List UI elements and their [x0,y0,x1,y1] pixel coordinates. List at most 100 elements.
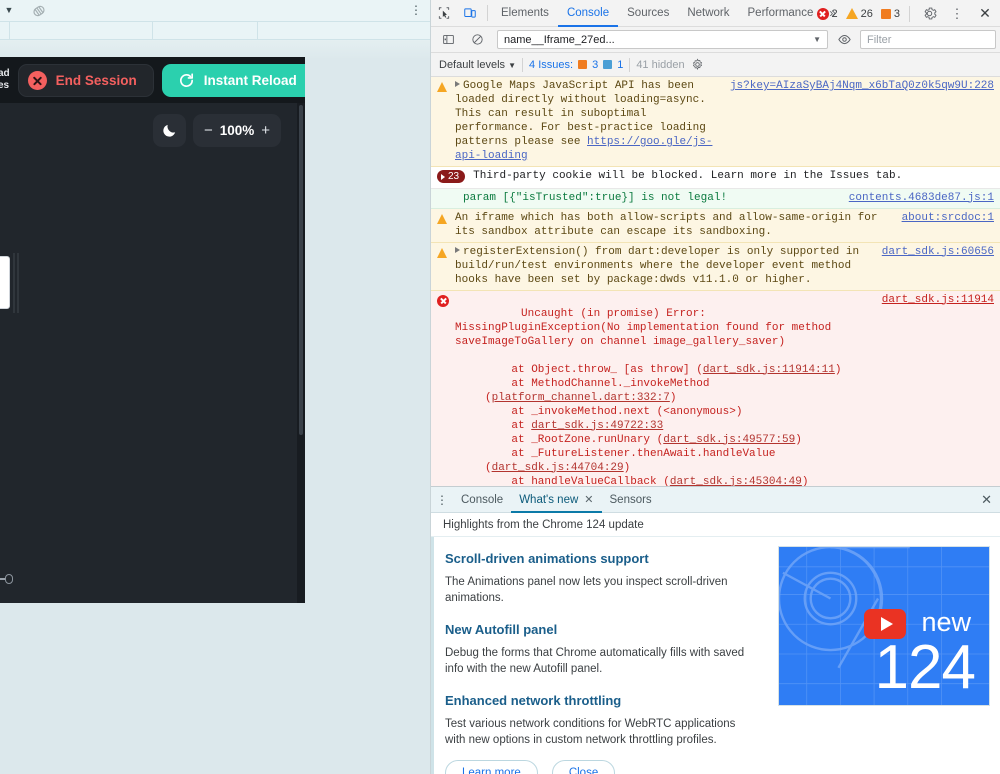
stack-frame: at dart_sdk.js:49722:33 [485,419,664,432]
stack-frame: at _RootZone.runUnary (dart_sdk.js:49577… [485,433,802,446]
execution-context-select[interactable]: name__Iframe_27ed... ▼ [497,30,828,49]
more-vertical-icon[interactable]: ⋮ [410,4,422,17]
stack-frame: at _FutureListener.thenAwait.handleValue… [485,447,783,474]
message-source-link[interactable]: contents.4683de87.js:1 [841,191,994,205]
learn-more-button[interactable]: Learn more [445,760,538,774]
zoom-stepper: − 100% + [192,114,281,147]
message-source-link[interactable]: about:srcdoc:1 [894,211,994,239]
drawer-tab-console-label: Console [461,493,504,506]
console-message-warning[interactable]: registerExtension() from dart:developer … [431,242,1000,291]
tab-elements[interactable]: Elements [492,0,558,27]
devtools-toolbar-right: 2 26 3 ⋮ ✕ [814,0,999,27]
stack-frame-link[interactable]: dart_sdk.js:45304:49 [670,476,802,487]
device-scrollbar-thumb[interactable] [299,105,303,435]
mini-slider[interactable] [0,573,14,585]
stack-frame-link[interactable]: platform_channel.dart:332:7 [492,392,670,404]
stack-frame-link[interactable]: dart_sdk.js:44704:29 [492,462,624,474]
chevron-down-icon[interactable]: ▼ [0,6,18,15]
console-scrollbar[interactable] [994,77,1000,486]
tab-performance[interactable]: Performance [739,0,823,27]
console-settings-gear-icon[interactable] [691,58,704,72]
device-frame: ad es End Session Instant Reload − 100% … [0,57,305,603]
console-messages[interactable]: Google Maps JavaScript API has been load… [431,77,1000,486]
expand-arrow-icon[interactable] [455,246,460,253]
more-vertical-icon[interactable]: ⋮ [431,493,453,507]
device-toolbar: ad es End Session Instant Reload [0,57,305,103]
hidden-messages-label: 41 hidden [636,58,685,71]
more-vertical-icon[interactable]: ⋮ [944,1,970,27]
tab-sources[interactable]: Sources [618,0,678,27]
whats-new-version-label: 124 [874,633,976,702]
message-source-link[interactable]: dart_sdk.js:60656 [874,245,994,287]
console-message-warning[interactable]: Google Maps JavaScript API has been load… [431,77,1000,167]
verbose-spacer-icon [437,191,461,205]
filter-input[interactable] [860,30,996,49]
close-icon[interactable]: ✕ [972,1,998,27]
issues-button[interactable]: 4 Issues: 3 1 [529,59,623,71]
error-circle-icon [437,293,453,487]
close-button[interactable]: Close [551,760,616,774]
gear-icon[interactable] [916,1,942,27]
whats-new-buttons: Learn more Close [445,760,616,774]
inspect-cursor-icon[interactable] [431,0,457,26]
drawer-tab-console[interactable]: Console [453,487,511,513]
theme-toggle-button[interactable] [152,114,186,147]
zoom-out-button[interactable]: − [204,123,213,138]
devtools-drawer: ⋮ Console What's new ✕ Sensors ✕ Highlig… [431,486,1000,774]
violation-pill-icon: 23 [437,169,466,185]
drawer-tab-whats-new[interactable]: What's new ✕ [511,487,601,513]
whats-new-content: Scroll-driven animations support The Ani… [431,537,1000,774]
whats-new-new-label: new [921,607,971,637]
app-preview-pane: ▼ ⋮ ad es End Session Instant Reload − 1… [0,0,430,774]
default-levels-button[interactable]: Default levels ▼ [439,59,516,71]
slider-knob[interactable] [5,574,13,584]
zoom-controls: − 100% + [152,114,281,147]
warning-count[interactable]: 26 [843,8,876,20]
live-expression-icon[interactable] [831,27,857,53]
close-circle-icon [27,70,47,90]
info-count[interactable]: 3 [878,8,903,20]
warning-triangle-icon [437,245,453,287]
device-screen[interactable]: − 100% + [0,103,297,603]
broken-link-icon[interactable] [30,2,48,20]
devtools-panel: Elements Console Sources Network Perform… [430,0,1000,774]
instant-reload-button[interactable]: Instant Reload [161,63,305,97]
console-message-text: Google Maps JavaScript API has been load… [455,80,713,162]
device-toolbar-icon[interactable] [457,0,483,26]
console-message-text: param [{"isTrusted":true}] is not legal! [463,191,728,204]
warning-triangle-icon [437,211,453,239]
message-source-link[interactable]: dart_sdk.js:11914 [874,293,994,307]
zoom-in-button[interactable]: + [261,123,270,138]
stack-frame-link[interactable]: dart_sdk.js:49722:33 [531,420,663,432]
error-count[interactable]: 2 [814,7,841,20]
tab-console[interactable]: Console [558,0,618,27]
stack-frame-link[interactable]: dart_sdk.js:49577:59 [663,434,795,446]
device-scrollbar[interactable] [297,103,305,603]
drawer-close-icon[interactable]: ✕ [981,492,992,508]
message-source-link[interactable]: js?key=AIzaSyBAj4Nqm_x6bTaQ0z0k5qw9U:228 [722,79,994,163]
whats-new-video-card[interactable]: new 124 [778,546,990,706]
console-sidebar-icon[interactable] [435,27,461,53]
moon-icon [163,124,176,137]
white-card [0,256,10,309]
table-col-2 [153,22,258,39]
close-icon[interactable]: ✕ [584,493,593,506]
drawer-tab-sensors[interactable]: Sensors [602,487,660,513]
console-message-verbose[interactable]: param [{"isTrusted":true}] is not legal!… [431,188,1000,209]
tab-network[interactable]: Network [678,0,738,27]
zoom-level-label: 100% [219,123,255,138]
issues-label: 4 Issues: [529,58,574,71]
clear-console-icon[interactable] [464,27,490,53]
expand-arrow-icon[interactable] [455,81,460,87]
end-session-button[interactable]: End Session [17,63,154,97]
console-message-text: Uncaught (in promise) Error: MissingPlug… [453,293,874,487]
issues-blue-count: 1 [617,58,624,71]
console-message-warning[interactable]: An iframe which has both allow-scripts a… [431,208,1000,243]
stack-frame-link[interactable]: dart_sdk.js:11914:11 [703,364,835,376]
console-message-error[interactable]: Uncaught (in promise) Error: MissingPlug… [431,290,1000,487]
console-message-info[interactable]: 23 Third-party cookie will be blocked. L… [431,167,1000,189]
app-table-header-row [0,22,430,40]
warning-count-label: 26 [860,7,873,20]
warning-triangle-icon [437,79,453,163]
toolbar-divider-2 [909,5,910,22]
